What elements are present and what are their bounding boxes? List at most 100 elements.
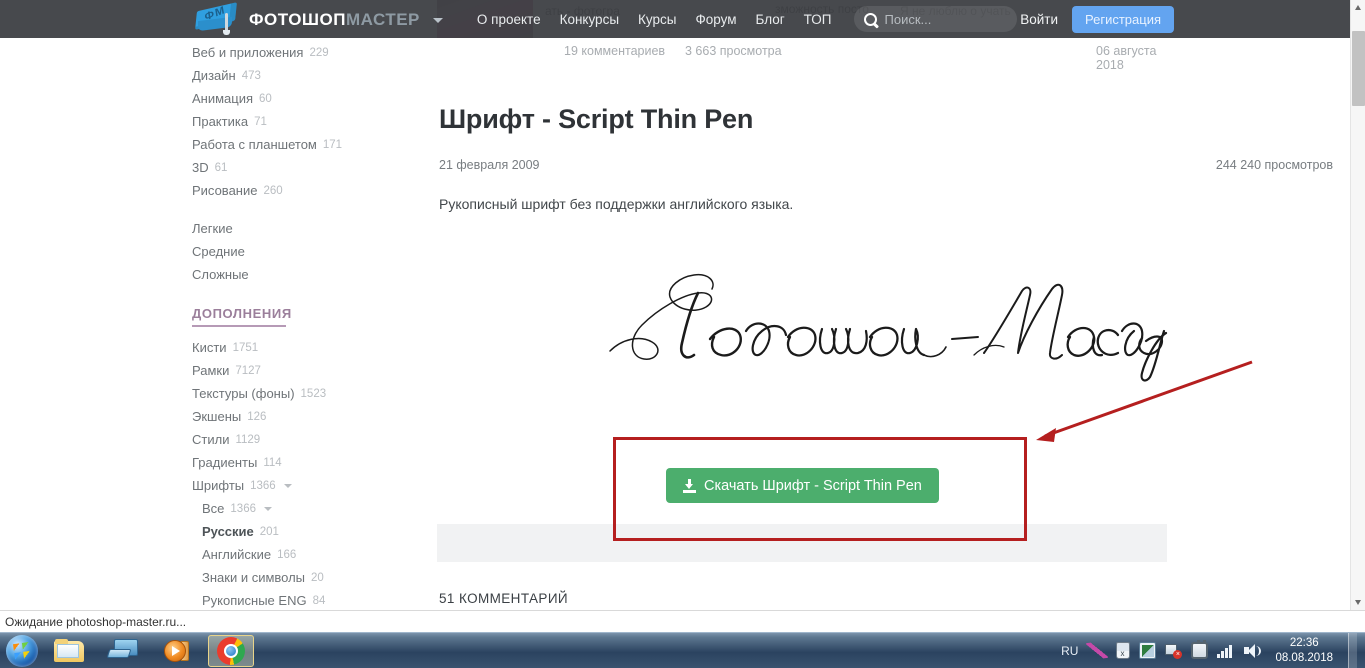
sidebar: Веб и приложения 229 Дизайн 473 Анимация…	[0, 38, 420, 610]
page-scrollbar[interactable]	[1350, 0, 1365, 610]
graduation-cap-icon: ФМ	[195, 2, 242, 35]
sidebar-item-3d[interactable]: 3D 61	[192, 156, 420, 179]
language-indicator[interactable]: RU	[1061, 644, 1078, 658]
sidebar-item-count: 171	[322, 138, 343, 151]
sidebar-item-fonts-english[interactable]: Английские 166	[192, 543, 420, 566]
sidebar-divider	[192, 202, 420, 217]
nav-item-courses[interactable]: Курсы	[638, 12, 676, 27]
article-content: 19 комментариев 3 663 просмотра 06 авгус…	[420, 38, 1350, 610]
sidebar-item-count: 1523	[300, 387, 327, 400]
power-plug-icon[interactable]	[1191, 640, 1209, 659]
sidebar-item-label: Легкие	[192, 221, 233, 236]
nav-item-contests[interactable]: Конкурсы	[560, 12, 619, 27]
clock-time: 22:36	[1289, 636, 1319, 649]
download-button-label: Скачать Шрифт - Script Thin Pen	[704, 477, 922, 494]
prev-post-comments: 19 комментариев	[564, 44, 666, 58]
chevron-down-icon[interactable]	[264, 506, 272, 511]
sidebar-item-count: 60	[259, 92, 272, 105]
sidebar-item-medium[interactable]: Средние	[192, 240, 420, 263]
sidebar-item-styles[interactable]: Стили 1129	[192, 428, 420, 451]
sidebar-item-web-apps[interactable]: Веб и приложения 229	[192, 41, 420, 64]
download-font-button[interactable]: Скачать Шрифт - Script Thin Pen	[666, 468, 939, 503]
sidebar-item-label: Дизайн	[192, 68, 236, 83]
browser-status-bar: Ожидание photoshop-master.ru...	[0, 610, 1365, 632]
sidebar-item-count: 201	[259, 525, 279, 538]
sidebar-item-label: Экшены	[192, 409, 242, 424]
nav-item-about[interactable]: О проекте	[477, 12, 541, 27]
sidebar-item-label: Рукописные ENG	[202, 593, 307, 608]
show-desktop-button[interactable]	[1348, 632, 1357, 668]
sidebar-item-fonts-handwritten-eng[interactable]: Рукописные ENG 84	[192, 589, 420, 610]
sidebar-item-fonts-symbols[interactable]: Знаки и символы 20	[192, 566, 420, 589]
start-button-icon[interactable]	[6, 634, 38, 667]
sidebar-item-frames[interactable]: Рамки 7127	[192, 359, 420, 382]
sidebar-item-brushes[interactable]: Кисти 1751	[192, 336, 420, 359]
font-sample-svg	[609, 273, 1168, 382]
sidebar-item-count: 126	[247, 410, 267, 423]
status-text: Ожидание photoshop-master.ru...	[5, 614, 187, 629]
volume-icon[interactable]	[1244, 643, 1262, 659]
sidebar-item-fonts[interactable]: Шрифты 1366	[192, 474, 420, 497]
network-error-icon[interactable]: ×	[1165, 642, 1183, 659]
signal-bars-icon[interactable]	[1217, 643, 1235, 658]
sidebar-heading-underline	[192, 325, 286, 327]
sidebar-item-actions[interactable]: Экшены 126	[192, 405, 420, 428]
pen-input-icon[interactable]	[1086, 641, 1109, 660]
folder-icon	[54, 638, 84, 663]
sidebar-item-label: Градиенты	[192, 455, 258, 470]
font-sample-image	[570, 243, 1170, 383]
nav-item-top[interactable]: ТОП	[804, 12, 832, 27]
search-input[interactable]: Поиск...	[885, 12, 932, 27]
remote-desktop-icon	[106, 638, 138, 663]
excel-tray-icon[interactable]	[1139, 642, 1157, 659]
nav-item-blog[interactable]: Блог	[755, 12, 784, 27]
sidebar-item-label: Знаки и символы	[202, 570, 306, 585]
sidebar-item-label: Стили	[192, 432, 230, 447]
sidebar-item-count: 166	[277, 548, 297, 561]
taskbar-item-media-player[interactable]	[154, 635, 200, 667]
main-navigation: О проекте Конкурсы Курсы Форум Блог ТОП	[477, 12, 832, 27]
taskbar-item-chrome[interactable]	[208, 634, 254, 667]
page-title: Шрифт - Script Thin Pen	[439, 104, 754, 134]
sidebar-item-animation[interactable]: Анимация 60	[192, 87, 420, 110]
sidebar-item-count: 473	[241, 69, 261, 82]
screen-root: ать - фотогра зможность посто Я не люблю…	[0, 0, 1365, 668]
sidebar-item-tablet-work[interactable]: Работа с планшетом 171	[192, 133, 420, 156]
sidebar-item-gradients[interactable]: Градиенты 114	[192, 451, 420, 474]
sidebar-item-hard[interactable]: Сложные	[192, 263, 420, 286]
sidebar-item-easy[interactable]: Легкие	[192, 217, 420, 240]
sidebar-item-label: Все	[202, 501, 225, 516]
sidebar-item-label: Рисование	[192, 183, 258, 198]
taskbar-clock[interactable]: 22:36 08.08.2018	[1271, 636, 1339, 666]
sidebar-item-count: 71	[254, 115, 267, 128]
taskbar-item-remote-desktop[interactable]	[100, 635, 146, 667]
nav-item-forum[interactable]: Форум	[695, 12, 736, 27]
chrome-icon	[217, 636, 245, 665]
register-button[interactable]: Регистрация	[1072, 5, 1174, 33]
search-box[interactable]: Поиск...	[853, 6, 1017, 32]
scrollbar-thumb[interactable]	[1352, 31, 1365, 106]
previous-post-meta: 19 комментариев 3 663 просмотра 06 авгус…	[420, 44, 1180, 72]
sidebar-item-textures[interactable]: Текстуры (фоны) 1523	[192, 382, 420, 405]
sidebar-item-drawing[interactable]: Рисование 260	[192, 179, 420, 202]
sidebar-item-label: Веб и приложения	[192, 45, 304, 60]
sidebar-item-fonts-all[interactable]: Все 1366	[192, 497, 420, 520]
scroll-down-arrow[interactable]	[1351, 595, 1365, 610]
search-icon	[863, 12, 877, 26]
sidebar-item-label: Анимация	[192, 91, 254, 106]
usb-eject-icon[interactable]	[1116, 642, 1131, 659]
sidebar-item-count: 260	[263, 184, 283, 197]
scroll-up-arrow[interactable]	[1351, 0, 1365, 15]
chevron-down-icon[interactable]	[283, 483, 292, 488]
sidebar-item-count: 20	[311, 571, 324, 584]
sidebar-item-label: Работа с планшетом	[192, 137, 317, 152]
prev-post-views: 3 663 просмотра	[685, 44, 782, 58]
sidebar-item-design[interactable]: Дизайн 473	[192, 64, 420, 87]
login-link[interactable]: Войти	[1020, 12, 1058, 27]
logo-text: ФОТОШОПМАСТЕР	[249, 11, 420, 28]
sidebar-item-fonts-russian[interactable]: Русские 201	[192, 520, 420, 543]
sidebar-item-practice[interactable]: Практика 71	[192, 110, 420, 133]
chevron-down-icon[interactable]	[432, 18, 443, 23]
site-logo[interactable]: ФМ ФОТОШОПМАСТЕР	[195, 2, 443, 35]
taskbar-item-explorer[interactable]	[46, 635, 92, 667]
